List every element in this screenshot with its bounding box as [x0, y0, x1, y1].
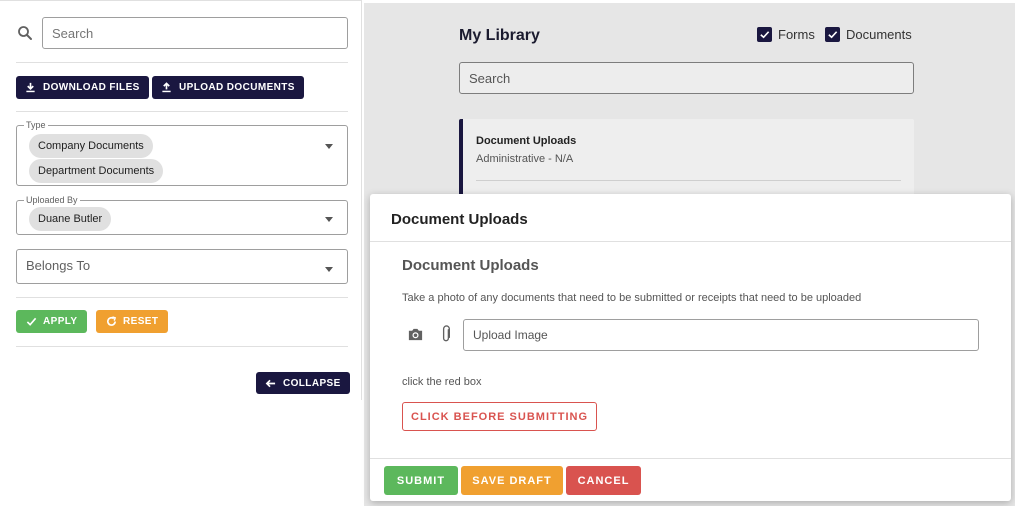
- divider: [16, 62, 348, 63]
- search-icon[interactable]: [16, 24, 34, 42]
- modal-header: Document Uploads: [370, 194, 1011, 242]
- upload-icon: [162, 82, 171, 93]
- library-card-subtitle: Administrative - N/A: [476, 153, 574, 165]
- filter-search-input[interactable]: [42, 17, 348, 49]
- refresh-icon: [107, 316, 117, 326]
- type-select[interactable]: Type Company Documents Department Docume…: [16, 120, 348, 186]
- arrow-left-icon: [265, 379, 276, 387]
- collapse-label: COLLAPSE: [283, 377, 341, 389]
- library-search-input[interactable]: [459, 62, 914, 94]
- apply-label: APPLY: [43, 316, 78, 327]
- divider: [16, 346, 348, 347]
- documents-label: Documents: [846, 27, 912, 42]
- divider: [16, 297, 348, 298]
- reset-label: RESET: [123, 316, 159, 327]
- chevron-down-icon[interactable]: [325, 217, 333, 222]
- upload-image-input[interactable]: [463, 319, 979, 351]
- page: DOWNLOAD FILES UPLOAD DOCUMENTS Type Com…: [0, 0, 1015, 506]
- collapse-button[interactable]: COLLAPSE: [256, 372, 350, 394]
- paperclip-icon[interactable]: [439, 325, 453, 344]
- upload-documents-button[interactable]: UPLOAD DOCUMENTS: [152, 76, 304, 99]
- library-card-title: Document Uploads: [476, 135, 577, 147]
- checkbox-checked-icon[interactable]: [825, 27, 840, 42]
- reset-button[interactable]: RESET: [96, 310, 169, 333]
- forms-label: Forms: [778, 27, 815, 42]
- camera-icon[interactable]: [407, 326, 424, 343]
- check-icon: [26, 317, 37, 326]
- type-legend: Type: [24, 120, 48, 130]
- click-before-submitting-button[interactable]: CLICK BEFORE SUBMITTING: [402, 402, 597, 431]
- uploaded-by-legend: Uploaded By: [24, 195, 80, 205]
- type-chip-department-documents[interactable]: Department Documents: [29, 159, 164, 183]
- uploaded-by-chip[interactable]: Duane Butler: [29, 207, 112, 231]
- save-draft-button[interactable]: SAVE DRAFT: [461, 466, 563, 495]
- uploaded-by-select[interactable]: Uploaded By Duane Butler: [16, 195, 348, 235]
- section-title: Document Uploads: [402, 257, 539, 274]
- cancel-button[interactable]: CANCEL: [566, 466, 641, 495]
- download-files-label: DOWNLOAD FILES: [43, 82, 140, 93]
- filter-search-row: [16, 17, 348, 49]
- chevron-down-icon[interactable]: [325, 144, 333, 149]
- type-chip-company-documents[interactable]: Company Documents: [29, 134, 153, 158]
- checkbox-checked-icon[interactable]: [757, 27, 772, 42]
- documents-checkbox[interactable]: Documents: [825, 27, 912, 42]
- modal-footer: SUBMIT SAVE DRAFT CANCEL: [370, 458, 1011, 501]
- download-files-button[interactable]: DOWNLOAD FILES: [16, 76, 149, 99]
- document-uploads-modal: Document Uploads Document Uploads Take a…: [370, 194, 1011, 501]
- library-title: My Library: [459, 27, 540, 44]
- divider: [16, 111, 348, 112]
- filter-panel: DOWNLOAD FILES UPLOAD DOCUMENTS Type Com…: [0, 0, 362, 400]
- forms-checkbox[interactable]: Forms: [757, 27, 815, 42]
- upload-documents-label: UPLOAD DOCUMENTS: [179, 82, 295, 93]
- divider: [476, 180, 901, 181]
- hint-text: click the red box: [402, 376, 482, 388]
- apply-button[interactable]: APPLY: [16, 310, 88, 333]
- submit-button[interactable]: SUBMIT: [384, 466, 458, 495]
- belongs-to-select[interactable]: Belongs To: [16, 249, 348, 284]
- download-icon: [26, 82, 35, 93]
- modal-title: Document Uploads: [391, 211, 528, 228]
- chevron-down-icon[interactable]: [325, 267, 333, 272]
- belongs-to-placeholder: Belongs To: [26, 258, 91, 273]
- section-description: Take a photo of any documents that need …: [402, 292, 862, 304]
